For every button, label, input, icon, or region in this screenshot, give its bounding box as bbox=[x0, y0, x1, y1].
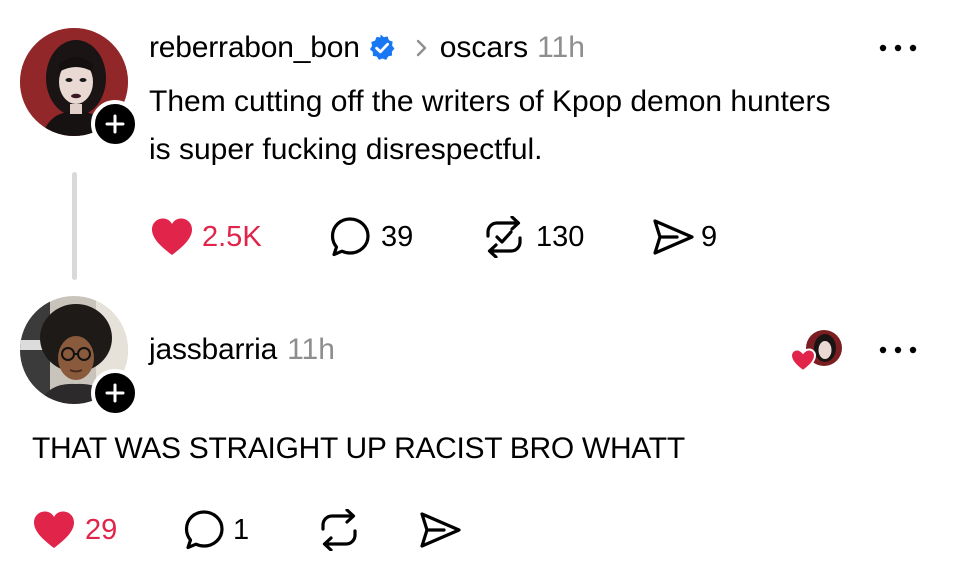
more-icon bbox=[879, 44, 917, 52]
share-icon bbox=[420, 512, 461, 548]
post-repost-button[interactable]: 130 bbox=[480, 215, 584, 259]
plus-icon bbox=[105, 383, 125, 403]
reply-username[interactable]: jassbarria bbox=[149, 333, 277, 367]
post-share-button[interactable]: 9 bbox=[651, 215, 717, 259]
author-liked-indicator bbox=[789, 328, 846, 374]
post-timestamp: 11h bbox=[537, 31, 585, 64]
post-like-count: 2.5K bbox=[202, 220, 262, 253]
post-community-tag[interactable]: oscars bbox=[440, 31, 528, 65]
chevron-right-icon bbox=[416, 39, 426, 57]
author-liked-heart-icon bbox=[789, 330, 842, 373]
reply-like-button[interactable]: 29 bbox=[31, 508, 117, 552]
reply-body: THAT WAS STRAIGHT UP RACIST BRO WHATT bbox=[32, 432, 685, 465]
post-follow-button[interactable] bbox=[91, 100, 139, 148]
comment-icon bbox=[330, 217, 370, 257]
reply-like-count: 29 bbox=[85, 513, 118, 546]
thread-line bbox=[72, 172, 77, 280]
post-body-line-2: is super fucking disrespectful. bbox=[149, 133, 543, 166]
more-icon bbox=[879, 346, 917, 354]
repost-icon bbox=[321, 509, 357, 551]
post-reply-count: 39 bbox=[381, 220, 414, 253]
reply-reply-button[interactable]: 1 bbox=[183, 508, 249, 552]
reply-share-button[interactable] bbox=[418, 508, 464, 552]
reply-reply-count: 1 bbox=[233, 513, 250, 546]
verified-badge-icon bbox=[369, 34, 395, 60]
repost-icon bbox=[486, 216, 522, 258]
post-username[interactable]: reberrabon_bon bbox=[149, 31, 360, 65]
post-more-button[interactable] bbox=[878, 38, 918, 58]
heart-filled-icon bbox=[34, 511, 74, 548]
reply-repost-button[interactable] bbox=[315, 508, 363, 552]
plus-icon bbox=[105, 114, 125, 134]
reply-more-button[interactable] bbox=[878, 340, 918, 360]
post-header: reberrabon_bon oscars 11h bbox=[149, 28, 585, 68]
post-body-line-1: Them cutting off the writers of Kpop dem… bbox=[149, 85, 831, 118]
share-icon bbox=[653, 219, 694, 255]
post-like-button[interactable]: 2.5K bbox=[150, 215, 262, 259]
post-repost-count: 130 bbox=[536, 220, 585, 253]
post-reply-button[interactable]: 39 bbox=[329, 215, 413, 259]
reply-follow-button[interactable] bbox=[91, 369, 139, 417]
comment-icon bbox=[184, 510, 224, 550]
heart-filled-icon bbox=[152, 218, 192, 255]
reply-header: jassbarria 11h bbox=[149, 330, 335, 370]
post-share-count: 9 bbox=[701, 220, 718, 253]
reply-timestamp: 11h bbox=[287, 333, 335, 366]
